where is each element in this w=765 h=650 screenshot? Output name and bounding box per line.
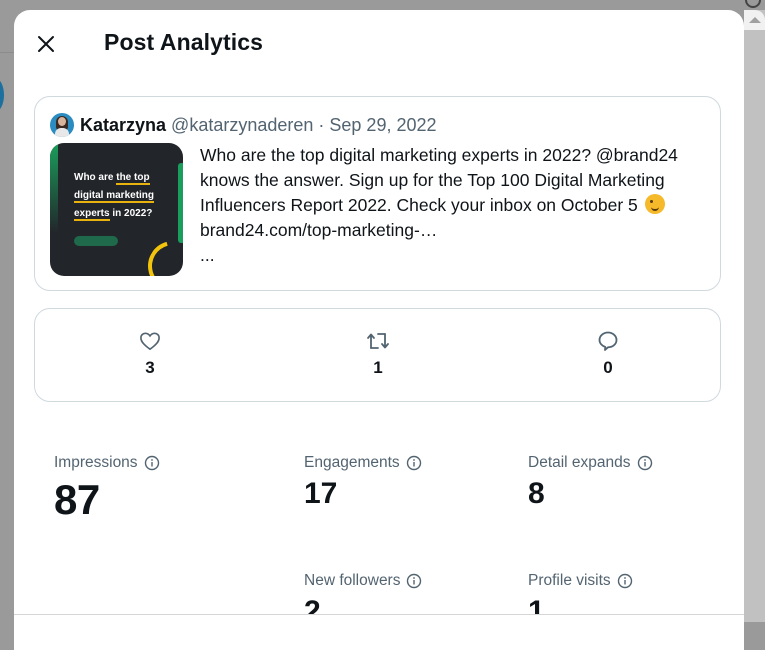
modal-title: Post Analytics <box>104 29 264 55</box>
header-separator: · <box>318 114 325 135</box>
heart-icon <box>140 332 160 351</box>
reposts-count: 1 <box>373 358 383 377</box>
metric-label: Impressions <box>54 454 138 471</box>
metric-value: 8 <box>528 477 545 510</box>
repost-icon <box>367 333 389 349</box>
post-link[interactable]: brand24.com/top-marketing-… <box>200 220 437 240</box>
replies-count: 0 <box>603 358 613 377</box>
post-header: Katarzyna @katarzynaderen · Sep 29, 2022 <box>50 113 437 137</box>
info-icon[interactable] <box>617 573 633 589</box>
metric-impressions: Impressions 87 <box>54 454 160 524</box>
reposts-stat: 1 <box>348 330 408 378</box>
post-text-body: Who are the top digital marketing expert… <box>200 145 678 215</box>
metric-engagements: Engagements 17 <box>304 454 422 511</box>
backdrop-search-icon <box>745 0 761 8</box>
thumbnail-text-line: experts in 2022? <box>74 208 153 221</box>
metric-value: 1 <box>528 595 545 628</box>
post-text: Who are the top digital marketing expert… <box>200 143 680 268</box>
metric-label: Profile visits <box>528 572 611 589</box>
likes-count: 3 <box>145 358 155 377</box>
metric-label: Engagements <box>304 454 400 471</box>
scroll-up-arrow-icon <box>748 17 761 23</box>
scrollbar[interactable] <box>744 10 765 622</box>
truncation-ellipsis: ... <box>200 245 215 265</box>
info-icon[interactable] <box>406 573 422 589</box>
post-preview-card[interactable]: Katarzyna @katarzynaderen · Sep 29, 2022… <box>34 96 721 291</box>
scroll-up-button[interactable] <box>744 10 765 30</box>
thumbnail-text-line: digital marketing <box>74 190 155 203</box>
backdrop-avatar <box>0 78 4 112</box>
metric-value: 17 <box>304 477 338 510</box>
winking-face-emoji-icon <box>644 194 665 214</box>
backdrop-divider <box>0 52 14 53</box>
thumbnail-text-line: Who are the top <box>74 172 150 185</box>
metric-label: Detail expands <box>528 454 631 471</box>
close-icon <box>38 36 54 52</box>
reply-icon <box>598 331 618 351</box>
engagement-summary-card: 3 1 0 <box>34 308 721 402</box>
replies-stat: 0 <box>578 330 638 378</box>
thumbnail-button-graphic <box>74 236 118 246</box>
metric-label: New followers <box>304 572 401 589</box>
likes-stat: 3 <box>120 330 180 378</box>
info-icon[interactable] <box>406 455 422 471</box>
author-name[interactable]: Katarzyna <box>80 115 166 136</box>
metric-value: 2 <box>304 595 321 628</box>
post-analytics-modal: Post Analytics Katarzyna @katarzynaderen… <box>14 10 744 650</box>
metric-value: 87 <box>54 476 100 523</box>
metric-detail-expands: Detail expands 8 <box>528 454 653 511</box>
close-button[interactable] <box>32 30 60 58</box>
thumbnail-ring-graphic <box>138 231 183 276</box>
author-avatar[interactable] <box>50 113 74 137</box>
author-handle[interactable]: @katarzynaderen <box>171 115 313 136</box>
info-icon[interactable] <box>637 455 653 471</box>
post-media-thumbnail[interactable]: Who are the top digital marketing expert… <box>50 143 183 276</box>
post-date[interactable]: Sep 29, 2022 <box>329 115 436 136</box>
info-icon[interactable] <box>144 455 160 471</box>
